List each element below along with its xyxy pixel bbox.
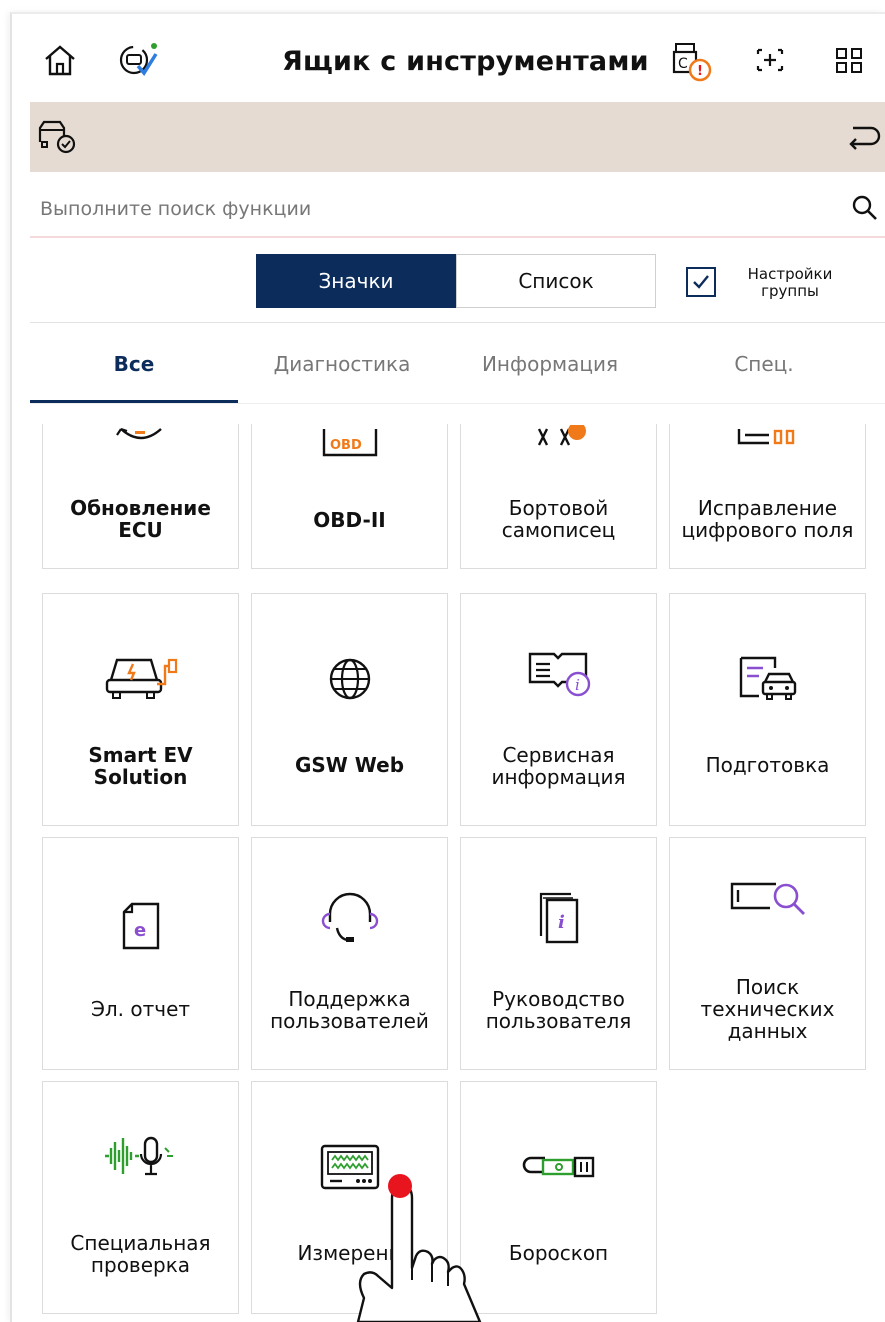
ecu-update-icon [111, 425, 171, 455]
tool-label: GSW Web [294, 753, 405, 777]
tap-gesture-hand [320, 1172, 520, 1322]
tool-user-manual[interactable]: i Руководство пользователя [460, 837, 657, 1070]
headset-icon [317, 888, 383, 950]
borescope-icon [519, 1152, 599, 1186]
list-view-button[interactable]: Список [456, 254, 656, 308]
tool-label: Исправление цифрового поля [681, 496, 854, 542]
tab-all[interactable]: Все [30, 352, 238, 376]
home-icon[interactable] [40, 40, 80, 80]
digital-field-icon [733, 425, 803, 455]
capture-icon[interactable] [750, 40, 790, 80]
search-icon[interactable] [851, 194, 879, 222]
group-settings-checkbox[interactable] [686, 267, 716, 297]
tool-obd[interactable]: OBD OBD-II [251, 424, 448, 569]
tab-information[interactable]: Информация [446, 352, 654, 376]
tool-recorder[interactable]: Бортовой самописец [460, 424, 657, 569]
tool-preparation[interactable]: Подготовка [669, 593, 866, 826]
tool-label: Специальная проверка [70, 1231, 211, 1277]
tool-label: OBD-II [313, 508, 386, 532]
tool-e-report[interactable]: e Эл. отчет [42, 837, 239, 1070]
tab-special[interactable]: Спец. [660, 352, 868, 376]
search-input[interactable]: Выполните поиск функции [40, 198, 311, 220]
service-book-icon: i [524, 646, 594, 702]
svg-text:!: ! [697, 64, 703, 79]
tool-label: Подготовка [705, 753, 830, 777]
tool-label: Руководство пользователя [485, 987, 632, 1033]
page-title: Ящик с инструментами [282, 46, 649, 77]
svg-text:e: e [134, 920, 146, 941]
icons-view-button[interactable]: Значки [256, 254, 456, 308]
tech-search-icon [726, 878, 810, 926]
svg-text:C: C [678, 56, 688, 72]
tool-label: Эл. отчет [90, 997, 191, 1021]
obd-icon: OBD [320, 425, 380, 465]
svg-text:OBD: OBD [330, 438, 362, 453]
manual-icon: i [531, 890, 587, 952]
tool-label: Поддержка пользователей [270, 987, 429, 1033]
tool-label: Обновление ECU [70, 496, 211, 542]
ev-car-icon [103, 646, 179, 706]
return-icon[interactable] [843, 116, 883, 156]
tool-smart-ev[interactable]: Smart EV Solution [42, 593, 239, 826]
sync-check-icon[interactable] [116, 40, 158, 80]
svg-text:i: i [558, 912, 565, 933]
tool-label: Бортовой самописец [501, 496, 616, 542]
group-settings-label: Настройки группы [747, 265, 833, 300]
tool-special-check[interactable]: Специальная проверка [42, 1081, 239, 1314]
vehicle-bar [30, 102, 885, 172]
grid-menu-icon[interactable] [830, 40, 870, 80]
vci-alert-icon[interactable]: C! [670, 40, 712, 82]
preparation-icon [733, 652, 803, 708]
search-bar[interactable]: Выполните поиск функции [30, 180, 885, 238]
top-bar: Ящик с инструментами C! [12, 14, 885, 102]
tab-diagnostics[interactable]: Диагностика [238, 352, 446, 376]
tool-user-support[interactable]: Поддержка пользователей [251, 837, 448, 1070]
tool-tech-data-search[interactable]: Поиск технических данных [669, 837, 866, 1070]
svg-text:i: i [575, 676, 580, 694]
globe-icon [325, 654, 375, 708]
tool-service-info[interactable]: i Сервисная информация [460, 593, 657, 826]
tool-ecu-update[interactable]: Обновление ECU [42, 424, 239, 569]
tool-label: Поиск технических данных [700, 975, 835, 1043]
divider [30, 322, 885, 323]
tool-label: Smart EV Solution [88, 743, 193, 789]
e-report-icon: e [116, 898, 166, 958]
tool-label: Сервисная информация [491, 743, 626, 789]
recorder-icon [529, 424, 589, 455]
tool-digital-field[interactable]: Исправление цифрового поля [669, 424, 866, 569]
toolbox-screen: Ящик с инструментами C! Выполните поиск … [10, 12, 885, 1322]
vehicle-check-icon[interactable] [36, 116, 76, 156]
tool-gsw-web[interactable]: GSW Web [251, 593, 448, 826]
voice-test-icon [101, 1134, 181, 1184]
